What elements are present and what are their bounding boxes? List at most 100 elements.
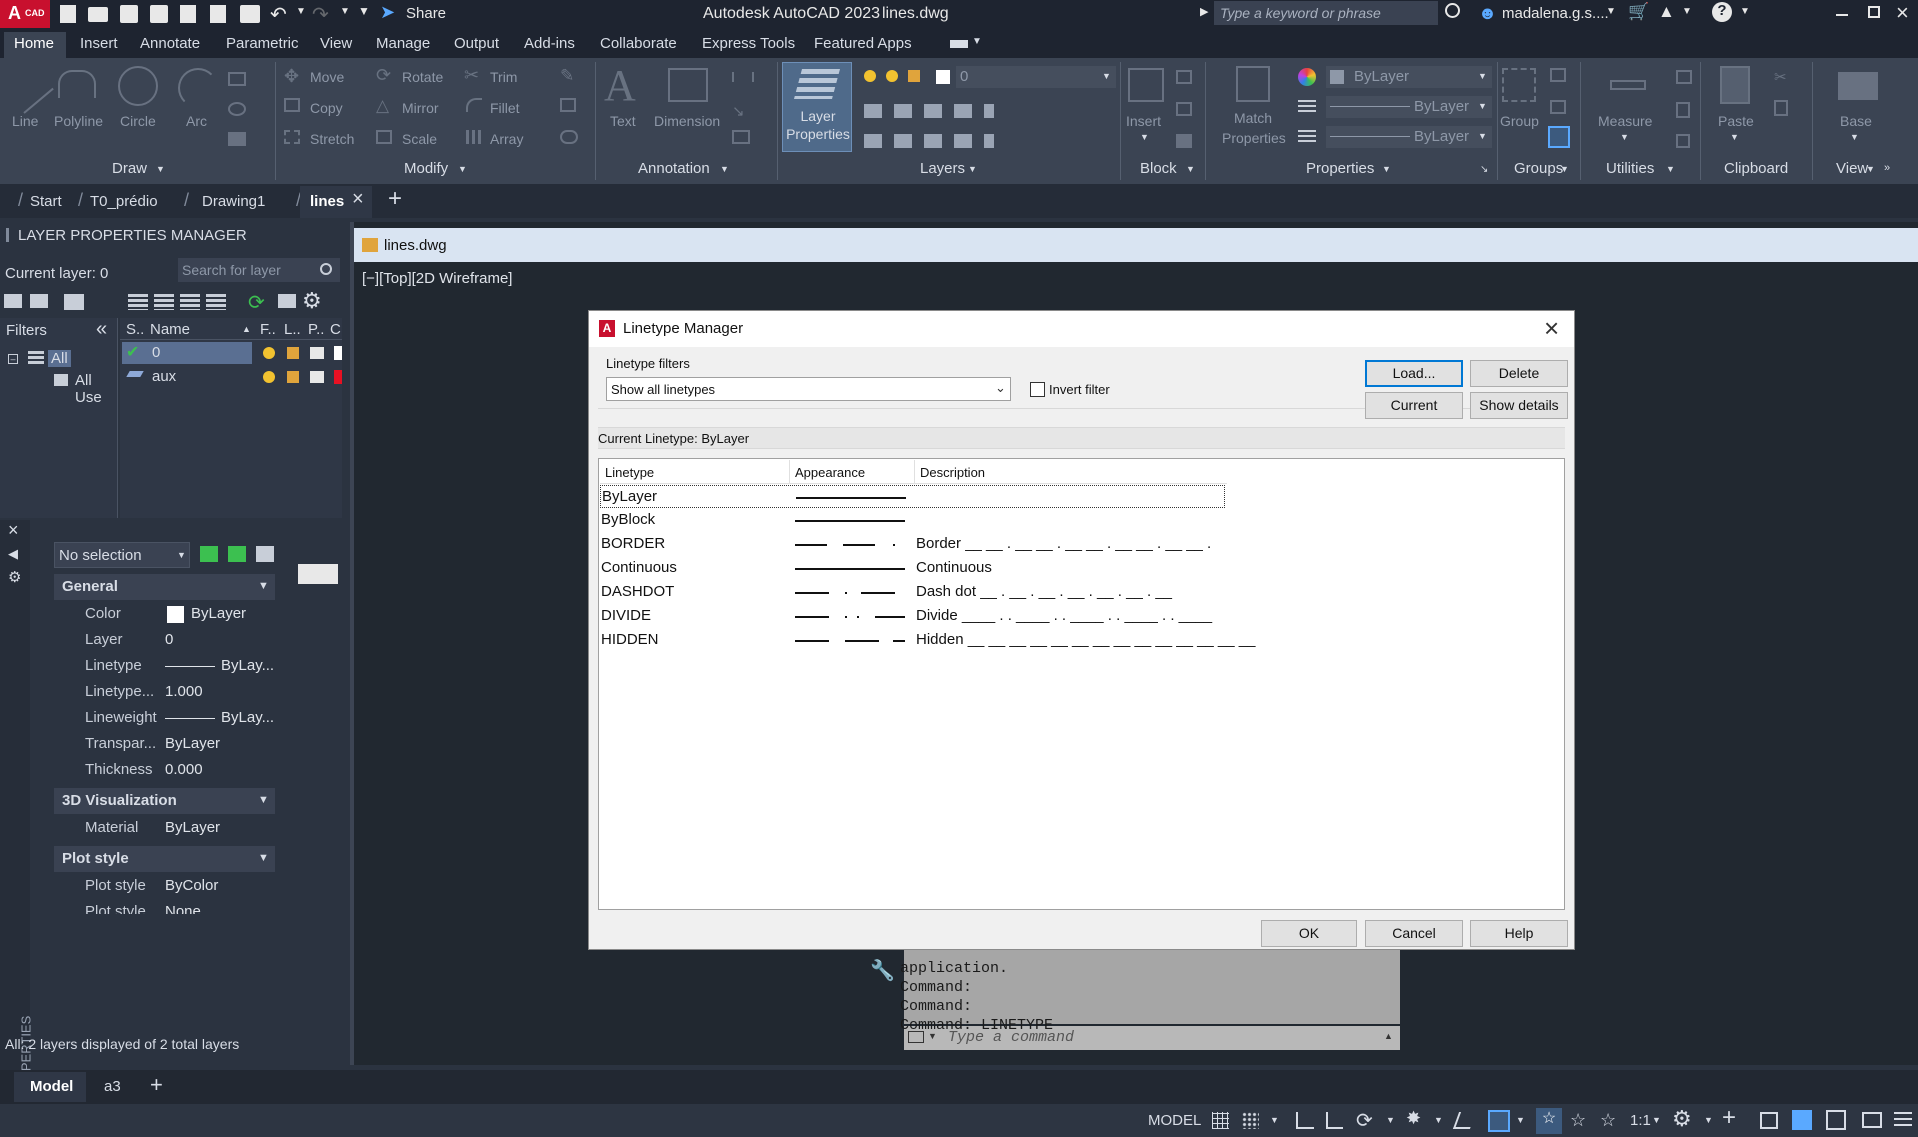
layer-lock-icon[interactable]: [908, 70, 920, 82]
copy-icon[interactable]: [284, 98, 300, 112]
close-window-icon[interactable]: ×: [1896, 0, 1909, 26]
prop-layer[interactable]: Layer 0: [54, 628, 275, 653]
rotate-icon[interactable]: ⟳: [376, 65, 391, 86]
column-plot[interactable]: P..: [308, 321, 324, 338]
help-button[interactable]: Help: [1470, 920, 1568, 947]
doc-tab-t0-predio[interactable]: T0_prédio: [90, 193, 158, 210]
user-icon[interactable]: ☻: [1478, 3, 1497, 24]
lineweight-icon[interactable]: [1298, 100, 1316, 114]
line-icon[interactable]: [0, 60, 54, 114]
measure-icon[interactable]: [1610, 80, 1646, 90]
id-point-icon[interactable]: [1676, 134, 1690, 148]
polyline-tool-label[interactable]: Polyline: [54, 113, 103, 129]
scale-icon[interactable]: [376, 130, 392, 144]
block-attributes-icon[interactable]: [1176, 134, 1192, 148]
panel-layers-title[interactable]: Layers: [920, 160, 965, 177]
stretch-icon[interactable]: [284, 130, 300, 144]
auto-scale-icon[interactable]: ☆: [1570, 1110, 1586, 1131]
column-status[interactable]: S..: [126, 321, 144, 338]
dimension-tool-label[interactable]: Dimension: [654, 113, 720, 129]
match-properties-label[interactable]: Match Properties: [1222, 108, 1286, 148]
column-color[interactable]: C: [330, 321, 341, 338]
rotate-tool-label[interactable]: Rotate: [402, 69, 443, 85]
cart-icon[interactable]: 🛒: [1628, 2, 1649, 22]
save-icon[interactable]: [120, 5, 138, 23]
section-plot-style-header[interactable]: Plot style ▼: [54, 846, 275, 872]
layout-tab-a3[interactable]: a3: [104, 1078, 121, 1095]
annotation-scale-dropdown-icon[interactable]: ▼: [1652, 1115, 1661, 1125]
connect-icon[interactable]: ▲: [1658, 2, 1675, 22]
polar-dropdown-icon[interactable]: ▼: [1386, 1115, 1395, 1125]
panel-modify-expand-icon[interactable]: ▼: [458, 164, 467, 174]
move-tool-label[interactable]: Move: [310, 69, 344, 85]
prop-material[interactable]: Material ByLayer: [54, 816, 275, 841]
share-button[interactable]: Share: [406, 5, 446, 22]
layer-color-swatch-icon[interactable]: [936, 70, 950, 84]
panel-view-title[interactable]: View: [1836, 160, 1868, 177]
load-button[interactable]: Load...: [1365, 360, 1463, 387]
search-expand-icon[interactable]: ▶: [1200, 5, 1208, 18]
layer-manager-grip-icon[interactable]: [6, 228, 9, 242]
layer-tools-row2-icon[interactable]: [864, 134, 994, 148]
add-icon[interactable]: +: [1722, 1104, 1736, 1132]
group-edit-icon[interactable]: [1550, 100, 1566, 114]
new-group-filter-icon[interactable]: [30, 294, 48, 308]
help-icon[interactable]: ?: [1712, 2, 1732, 22]
autohide-icon[interactable]: ◀: [8, 546, 18, 562]
select-objects-icon[interactable]: [228, 546, 246, 562]
copy-tool-label[interactable]: Copy: [310, 100, 343, 116]
base-view-icon[interactable]: [1838, 72, 1878, 100]
ribbon-minimize-dropdown-icon[interactable]: ▼: [972, 36, 982, 47]
measure-tool-label[interactable]: Measure: [1598, 113, 1652, 129]
close-icon[interactable]: ×: [1544, 313, 1559, 344]
base-tool-label[interactable]: Base: [1840, 113, 1872, 129]
isolate-objects-icon[interactable]: [1760, 1112, 1778, 1129]
mirror-icon[interactable]: △: [376, 96, 389, 116]
filter-all-used[interactable]: All Use: [75, 372, 117, 406]
panel-block-expand-icon[interactable]: ▼: [1186, 164, 1195, 174]
array-tool-label[interactable]: Array: [490, 131, 523, 147]
lineweight-dropdown[interactable]: ByLayer ▼: [1326, 96, 1492, 118]
workspace-dropdown-icon[interactable]: ▼: [1704, 1115, 1713, 1125]
line-tool-label[interactable]: Line: [12, 113, 38, 129]
circle-tool-label[interactable]: Circle: [120, 113, 156, 129]
isodraft-dropdown-icon[interactable]: ▼: [1434, 1115, 1443, 1125]
doc-tab-lines[interactable]: lines: [310, 193, 344, 210]
close-palette-icon[interactable]: ×: [8, 520, 19, 541]
filter-all[interactable]: All: [48, 350, 71, 367]
search-icon[interactable]: [1445, 3, 1460, 18]
isodraft-icon[interactable]: ✸: [1406, 1108, 1421, 1129]
properties-launcher-icon[interactable]: ↘: [1480, 164, 1488, 175]
linetype-dropdown[interactable]: ByLayer ▼: [1326, 126, 1492, 148]
plot-printer-icon[interactable]: [310, 371, 324, 383]
selection-dropdown[interactable]: No selection ▼: [54, 542, 190, 568]
fillet-tool-label[interactable]: Fillet: [490, 100, 520, 116]
cut-icon[interactable]: ✂: [1774, 68, 1787, 86]
arc-icon[interactable]: [178, 68, 218, 108]
redo-icon[interactable]: ↷: [312, 2, 329, 27]
linetype-row-border[interactable]: BORDER Border __ __ . __ __ . __ __ . __…: [600, 533, 1225, 556]
doc-tab-start[interactable]: Start: [30, 193, 62, 210]
tab-featured-apps[interactable]: Featured Apps: [814, 35, 912, 52]
scale-tool-label[interactable]: Scale: [402, 131, 437, 147]
panel-clipboard-title[interactable]: Clipboard: [1724, 160, 1788, 177]
layer-color-swatch[interactable]: [334, 346, 342, 360]
leader-icon[interactable]: ↘: [732, 102, 745, 120]
linetype-row-bylayer[interactable]: ByLayer: [600, 485, 1225, 508]
arc-tool-label[interactable]: Arc: [186, 113, 207, 129]
prop-plot-style-table[interactable]: Plot style None: [54, 900, 275, 914]
color-wheel-icon[interactable]: [1298, 68, 1316, 86]
tree-collapse-icon[interactable]: –: [8, 354, 18, 364]
prop-plot-style[interactable]: Plot style ByColor: [54, 874, 275, 899]
linetype-row-byblock[interactable]: ByBlock: [600, 509, 1225, 532]
linetype-row-hidden[interactable]: HIDDEN Hidden __ __ __ __ __ __ __ __ __…: [600, 629, 1255, 652]
copy-clip-icon[interactable]: [1774, 100, 1788, 116]
group-tool-label[interactable]: Group: [1500, 113, 1539, 129]
layer-row[interactable]: ✔ 0: [122, 342, 252, 364]
text-icon[interactable]: A: [604, 60, 636, 111]
color-dropdown[interactable]: ByLayer ▼: [1326, 66, 1492, 88]
group-icon[interactable]: [1502, 68, 1536, 102]
trim-icon[interactable]: ✂: [464, 65, 479, 86]
panel-modify-title[interactable]: Modify: [404, 160, 448, 177]
save-as-icon[interactable]: [150, 5, 168, 23]
